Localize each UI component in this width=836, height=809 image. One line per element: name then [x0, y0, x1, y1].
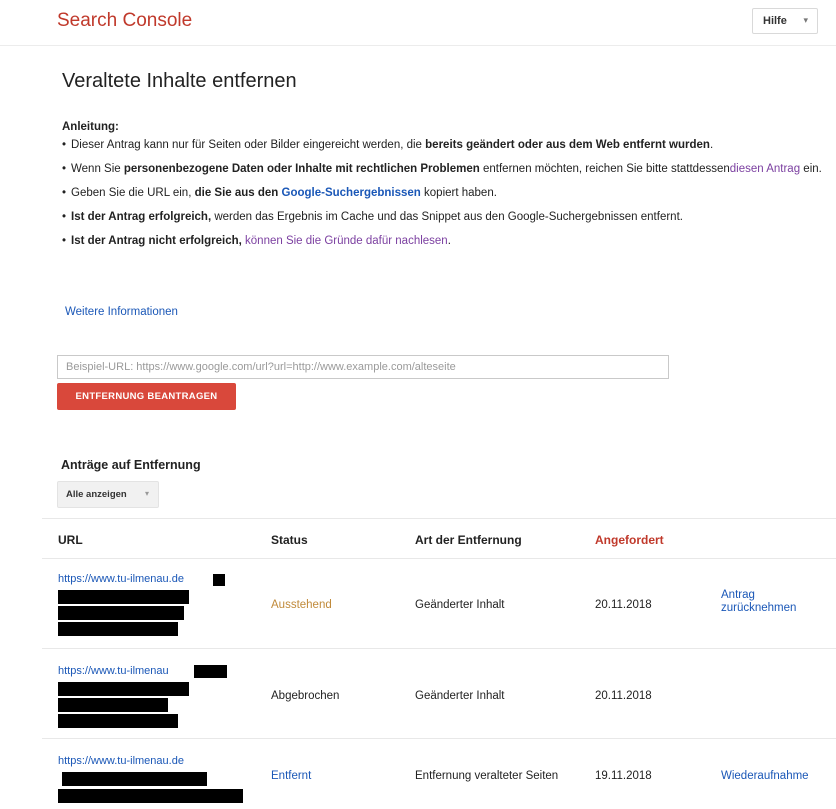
row-url-link[interactable]: https://www.tu-ilmenau.de [58, 755, 184, 767]
table-row: https://www.tu-ilmenau.de Entfernt Entfe… [42, 739, 836, 809]
instruction-item: Ist der Antrag erfolgreich, werden das E… [62, 208, 832, 226]
instruction-item: Dieser Antrag kann nur für Seiten oder B… [62, 136, 832, 154]
instructions-heading: Anleitung: [62, 121, 119, 133]
filter-label: Alle anzeigen [66, 489, 127, 500]
instruction-text: . [447, 235, 451, 247]
instruction-text: Wenn Sie [71, 163, 124, 175]
failure-reasons-link[interactable]: können Sie die Gründe dafür nachlesen [245, 235, 448, 247]
request-removal-button[interactable]: ENTFERNUNG BEANTRAGEN [57, 383, 236, 410]
column-header-requested[interactable]: Angefordert [595, 533, 664, 547]
row-url-link[interactable]: https://www.tu-ilmenau.de [58, 573, 184, 585]
help-label: Hilfe [763, 15, 787, 27]
instruction-text: werden das Ergebnis im Cache und das Sni… [211, 211, 683, 223]
instruction-emphasis: Ist der Antrag nicht erfolgreich, [71, 235, 242, 247]
removal-type: Geänderter Inhalt [415, 690, 505, 702]
redaction-bar [62, 772, 207, 786]
instruction-emphasis: Ist der Antrag erfolgreich, [71, 211, 212, 223]
instruction-text: . [709, 139, 714, 151]
redaction-bar [58, 622, 178, 636]
status-badge: Ausstehend [271, 599, 332, 611]
table-header: URL Status Art der Entfernung Angeforder… [42, 518, 836, 559]
requests-table: URL Status Art der Entfernung Angeforder… [42, 518, 836, 809]
search-results-link[interactable]: Google-Suchergebnissen [282, 187, 421, 199]
instruction-item: Ist der Antrag nicht erfolgreich, können… [62, 232, 832, 250]
chevron-down-icon: ▾ [803, 15, 808, 25]
url-input[interactable] [57, 355, 669, 379]
column-header-url[interactable]: URL [58, 533, 83, 547]
page-title: Veraltete Inhalte entfernen [62, 70, 297, 92]
status-badge: Entfernt [271, 770, 312, 782]
redaction-bar [58, 590, 189, 604]
instructions: Anleitung: Dieser Antrag kann nur für Se… [62, 121, 832, 256]
removal-type: Geänderter Inhalt [415, 599, 505, 611]
instruction-text: ein. [800, 163, 822, 175]
table-row: https://www.tu-ilmenau Abgebrochen Geänd… [42, 649, 836, 739]
redaction-bar [58, 714, 178, 728]
redaction-bar [58, 682, 189, 696]
redaction-bar [213, 574, 225, 586]
filter-dropdown[interactable]: Alle anzeigen ▾ [57, 481, 159, 508]
status-badge: Abgebrochen [271, 690, 340, 702]
top-bar: Search Console Hilfe ▾ [0, 0, 836, 46]
requested-date: 19.11.2018 [595, 770, 652, 782]
redaction-bar [58, 698, 168, 712]
app-title[interactable]: Search Console [57, 10, 192, 32]
removal-type: Entfernung veralteter Seiten [415, 770, 559, 782]
alternate-request-link[interactable]: diesen Antrag [730, 163, 800, 175]
redaction-bar [58, 789, 243, 803]
instruction-text: Dieser Antrag kann nur für Seiten oder B… [71, 139, 426, 151]
instruction-text: Geben Sie die URL ein, [71, 187, 195, 199]
more-info-link[interactable]: Weitere Informationen [65, 306, 178, 318]
column-header-status[interactable]: Status [271, 533, 308, 547]
redaction-bar [194, 665, 227, 678]
chevron-down-icon: ▾ [144, 489, 149, 498]
instruction-text: kopiert haben. [420, 187, 497, 199]
redaction-bar [58, 606, 184, 620]
table-row: https://www.tu-ilmenau.de Ausstehend Geä… [42, 559, 836, 649]
column-header-type[interactable]: Art der Entfernung [415, 533, 522, 547]
requested-date: 20.11.2018 [595, 690, 652, 702]
requests-heading: Anträge auf Entfernung [61, 458, 201, 472]
instruction-item: Wenn Sie personenbezogene Daten oder Inh… [62, 160, 832, 178]
instruction-emphasis: die Sie aus den [194, 187, 282, 199]
instruction-emphasis: personenbezogene Daten oder Inhalte mit … [123, 163, 480, 175]
withdraw-request-link[interactable]: Antrag zurücknehmen [721, 589, 817, 615]
row-url-link[interactable]: https://www.tu-ilmenau [58, 665, 169, 677]
instruction-text: entfernen möchten, reichen Sie bitte sta… [479, 163, 730, 175]
instruction-item: Geben Sie die URL ein, die Sie aus den G… [62, 184, 832, 202]
instruction-emphasis: bereits geändert oder aus dem Web entfer… [425, 139, 710, 151]
reinclude-link[interactable]: Wiederaufnahme [721, 770, 809, 783]
help-dropdown[interactable]: Hilfe ▾ [752, 8, 818, 34]
requested-date: 20.11.2018 [595, 599, 652, 611]
